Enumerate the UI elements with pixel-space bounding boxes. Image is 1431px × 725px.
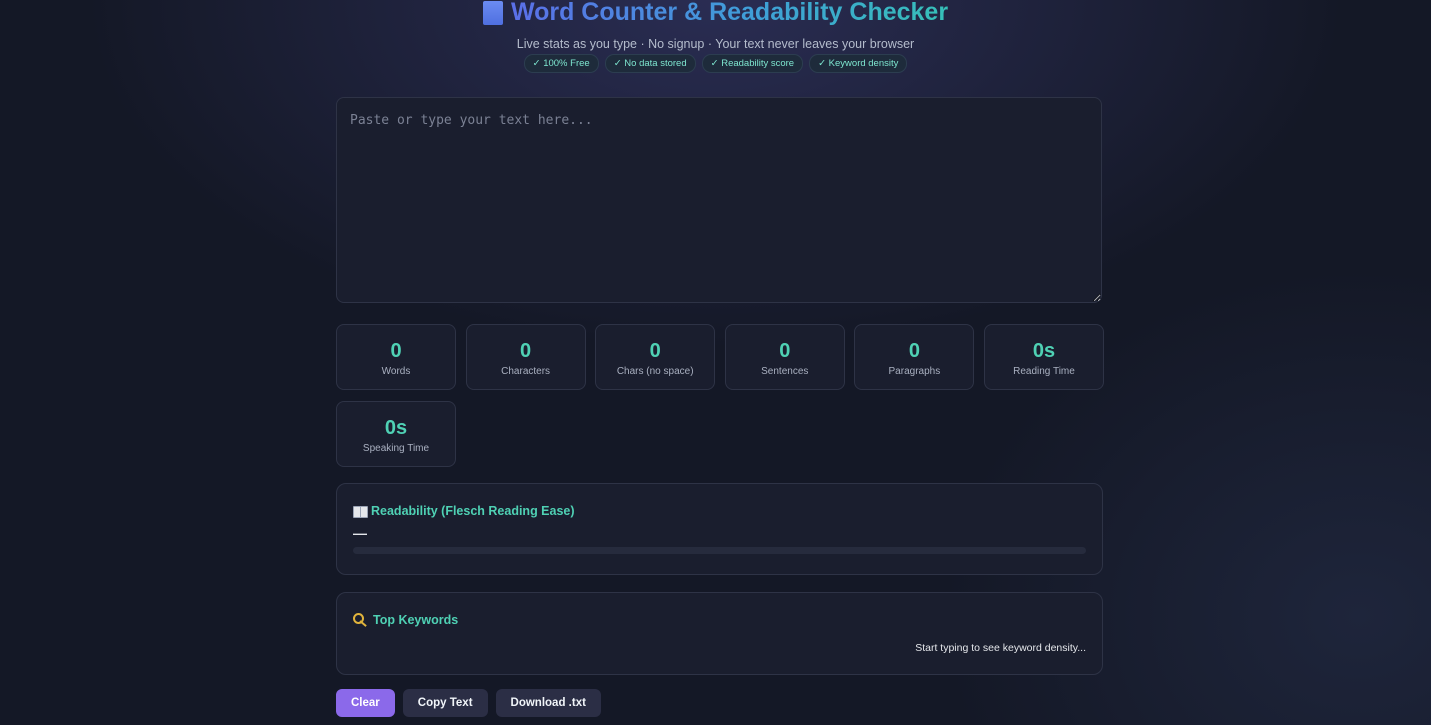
page-title: Word Counter & Readability Checker [482,0,948,30]
stat-value: 0 [520,340,532,362]
stat-value: 0s [1032,340,1056,362]
clear-button[interactable]: Clear [336,689,395,717]
stat-label: Speaking Time [362,443,430,454]
stat-label: Paragraphs [888,366,941,377]
stat-value: 0s [384,417,408,439]
key-icon [353,613,369,627]
keywords-empty-message: Start typing to see keyword density... [915,642,1086,654]
stat-label: Sentences [761,366,809,377]
feature-badges: ✓ 100% Free ✓ No data stored ✓ Readabili… [0,54,1431,73]
keywords-panel: Top Keywords Start typing to see keyword… [336,592,1103,675]
stat-card-reading-time: 0s Reading Time [983,324,1104,390]
keywords-heading-text: Top Keywords [373,613,459,627]
open-book-icon [353,505,368,518]
copy-text-button[interactable]: Copy Text [402,689,488,717]
stat-value: 0 [390,340,402,362]
badge-free: ✓ 100% Free [523,54,599,73]
download-txt-button[interactable]: Download .txt [495,689,601,717]
action-bar: Clear Copy Text Download .txt [336,689,601,717]
stat-label: Characters [501,366,551,377]
readability-progress-track [353,547,1086,554]
stat-card-paragraphs: 0 Paragraphs [854,324,975,390]
stat-card-speaking-time: 0s Speaking Time [336,401,456,467]
readability-heading-text: Readability (Flesch Reading Ease) [371,504,575,518]
readability-score: — [353,525,367,541]
stat-label: Words [381,366,411,377]
stat-card-chars-no-space: 0 Chars (no space) [595,324,716,390]
text-input[interactable] [336,97,1102,303]
badge-keyword-density: ✓ Keyword density [809,54,908,73]
page-title-text: Word Counter & Readability Checker [511,0,948,30]
badge-no-data-stored: ✓ No data stored [604,54,696,73]
readability-heading: Readability (Flesch Reading Ease) [353,503,1086,519]
stat-card-sentences: 0 Sentences [724,324,845,390]
stat-label: Reading Time [1013,366,1075,377]
stat-value: 0 [779,340,791,362]
stat-label: Chars (no space) [616,366,694,377]
stat-card-characters: 0 Characters [465,324,586,390]
stat-value: 0 [649,340,661,362]
page-header: Word Counter & Readability Checker Live … [0,0,1431,73]
stats-grid: 0 Words 0 Characters 0 Chars (no space) … [336,324,1104,467]
page-subtitle: Live stats as you type · No signup · You… [516,37,915,51]
notebook-icon [482,1,503,25]
stat-card-words: 0 Words [336,324,456,390]
keywords-heading: Top Keywords [353,612,1086,628]
readability-panel: Readability (Flesch Reading Ease) — [336,483,1103,575]
badge-readability-score: ✓ Readability score [701,54,804,73]
stat-value: 0 [908,340,920,362]
